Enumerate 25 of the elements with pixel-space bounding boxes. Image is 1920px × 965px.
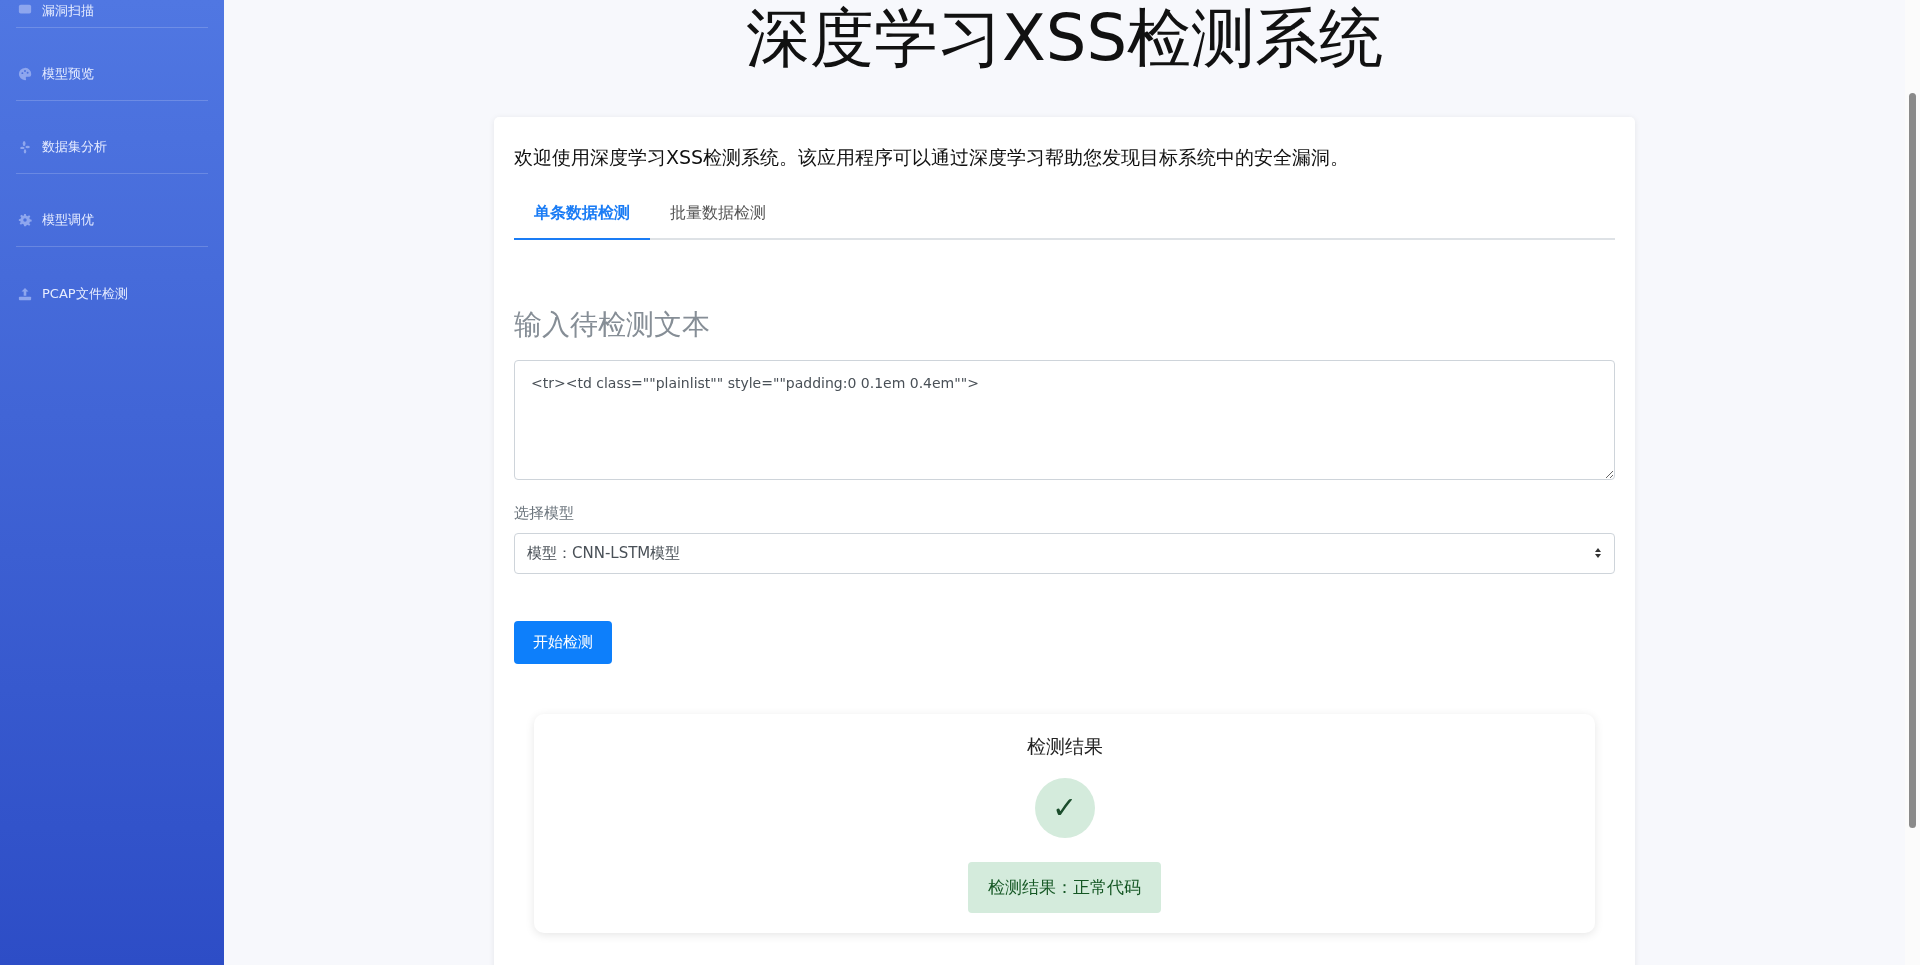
section-heading: 输入待检测文本 (514, 306, 711, 343)
text-input[interactable]: <tr><td class=""plainlist"" style=""padding:0 0.1em 0.4em""> (514, 359, 1615, 480)
scrollbar[interactable] (1905, 0, 1920, 965)
result-title: 检测结果 (1026, 733, 1103, 759)
sidebar-item[interactable]: PCAP文件检测 (16, 247, 208, 320)
upload-icon (18, 286, 32, 301)
start-button[interactable]: 开始检测 (514, 620, 612, 664)
sort-icon (1594, 547, 1602, 560)
page-title: 深度学习XSS检测系统 (745, 0, 1384, 77)
tab[interactable]: 批量数据检测 (650, 188, 786, 240)
result-alert: 检测结果：正常代码 (968, 861, 1161, 913)
field-label: 选择模型 (514, 503, 575, 523)
petal-icon (18, 140, 32, 154)
sidebar-item[interactable]: 数据集分析 (16, 101, 208, 174)
sidebar-item[interactable]: 漏洞扫描 (16, 0, 208, 28)
dashboard-icon (18, 2, 32, 16)
tab[interactable]: 单条数据检测 (514, 188, 650, 240)
settings-icon (18, 213, 32, 227)
intro-text: 欢迎使用深度学习XSS检测系统。该应用程序可以通过深度学习帮助您发现目标系统中的安全漏洞。 (514, 144, 1351, 170)
scroll-thumb[interactable] (1909, 93, 1916, 828)
sidebar-item[interactable]: 模型调优 (16, 174, 208, 247)
model-select[interactable]: 模型：CNN-LSTM模型 (514, 532, 1615, 574)
check-badge: ✓ (1034, 777, 1095, 838)
palette-icon (18, 67, 32, 81)
sidebar-item[interactable]: 模型预览 (16, 28, 208, 101)
